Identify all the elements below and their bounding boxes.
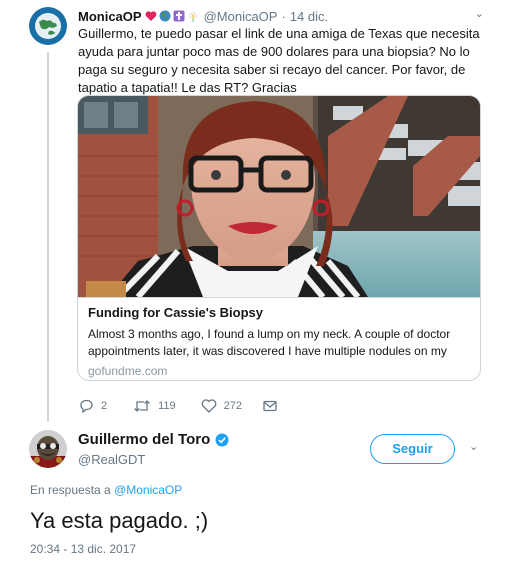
avatar[interactable] <box>29 7 67 45</box>
tweet-timestamp[interactable]: 20:34 - 13 dic. 2017 <box>30 542 136 556</box>
flower-emoji-icon <box>188 11 197 22</box>
globe-emoji-icon <box>159 10 171 22</box>
card-preview-image <box>78 96 480 297</box>
reply-icon <box>80 399 93 414</box>
retweet-icon <box>134 400 151 412</box>
like-count: 272 <box>223 400 243 412</box>
username-handle[interactable]: @RealGDT <box>78 452 145 467</box>
reply-action[interactable]: 2 <box>78 398 107 414</box>
tweet-actions: 2 119 272 <box>78 397 278 415</box>
like-action[interactable]: 272 <box>201 398 242 414</box>
card-body[interactable]: Funding for Cassie's Biopsy Almost 3 mon… <box>78 297 480 380</box>
chevron-down-icon[interactable]: ⌄ <box>469 440 478 453</box>
avatar[interactable] <box>29 430 67 468</box>
reply-count: 2 <box>101 400 108 412</box>
card-title[interactable]: Funding for Cassie's Biopsy <box>88 304 470 322</box>
username-handle[interactable]: @MonicaOP <box>204 9 278 24</box>
thread-connector-line <box>47 52 49 422</box>
monica-avatar-image <box>29 7 67 45</box>
reply-handle-link[interactable]: @MonicaOP <box>114 483 182 497</box>
name-emojis <box>145 10 199 22</box>
retweet-count: 119 <box>158 400 176 412</box>
chevron-down-icon[interactable]: ⌄ <box>475 7 484 20</box>
tweet-date[interactable]: 14 dic. <box>290 9 328 24</box>
reply-context: En respuesta a @MonicaOP <box>30 483 182 497</box>
envelope-icon <box>263 400 277 412</box>
display-name[interactable]: Guillermo del Toro <box>78 431 210 448</box>
tweet-text: Guillermo, te puedo pasar el link de una… <box>78 26 480 95</box>
reply-prefix: En respuesta a <box>30 483 111 497</box>
tweet-text: Ya esta pagado. ;) <box>30 508 209 533</box>
verified-badge-icon <box>215 433 229 446</box>
separator-dot: · <box>281 8 286 24</box>
tweet-header: MonicaOP @MonicaOP · 14 dic. ⌄ <box>78 7 488 25</box>
card-domain: gofundme.com <box>88 364 168 378</box>
card-description: Almost 3 months ago, I found a lump on m… <box>88 327 451 358</box>
display-name[interactable]: MonicaOP <box>78 9 142 24</box>
direct-message-action[interactable] <box>262 398 278 414</box>
heart-emoji-icon <box>145 11 156 21</box>
link-preview-card[interactable]: Funding for Cassie's Biopsy Almost 3 mon… <box>77 95 481 381</box>
follow-button[interactable]: Seguir <box>370 434 455 464</box>
cross-emoji-icon <box>173 10 185 22</box>
display-name-row: Guillermo del Toro <box>78 431 229 448</box>
heart-icon <box>201 399 217 413</box>
gdt-avatar-image <box>29 430 67 468</box>
retweet-action[interactable]: 119 <box>133 398 176 414</box>
